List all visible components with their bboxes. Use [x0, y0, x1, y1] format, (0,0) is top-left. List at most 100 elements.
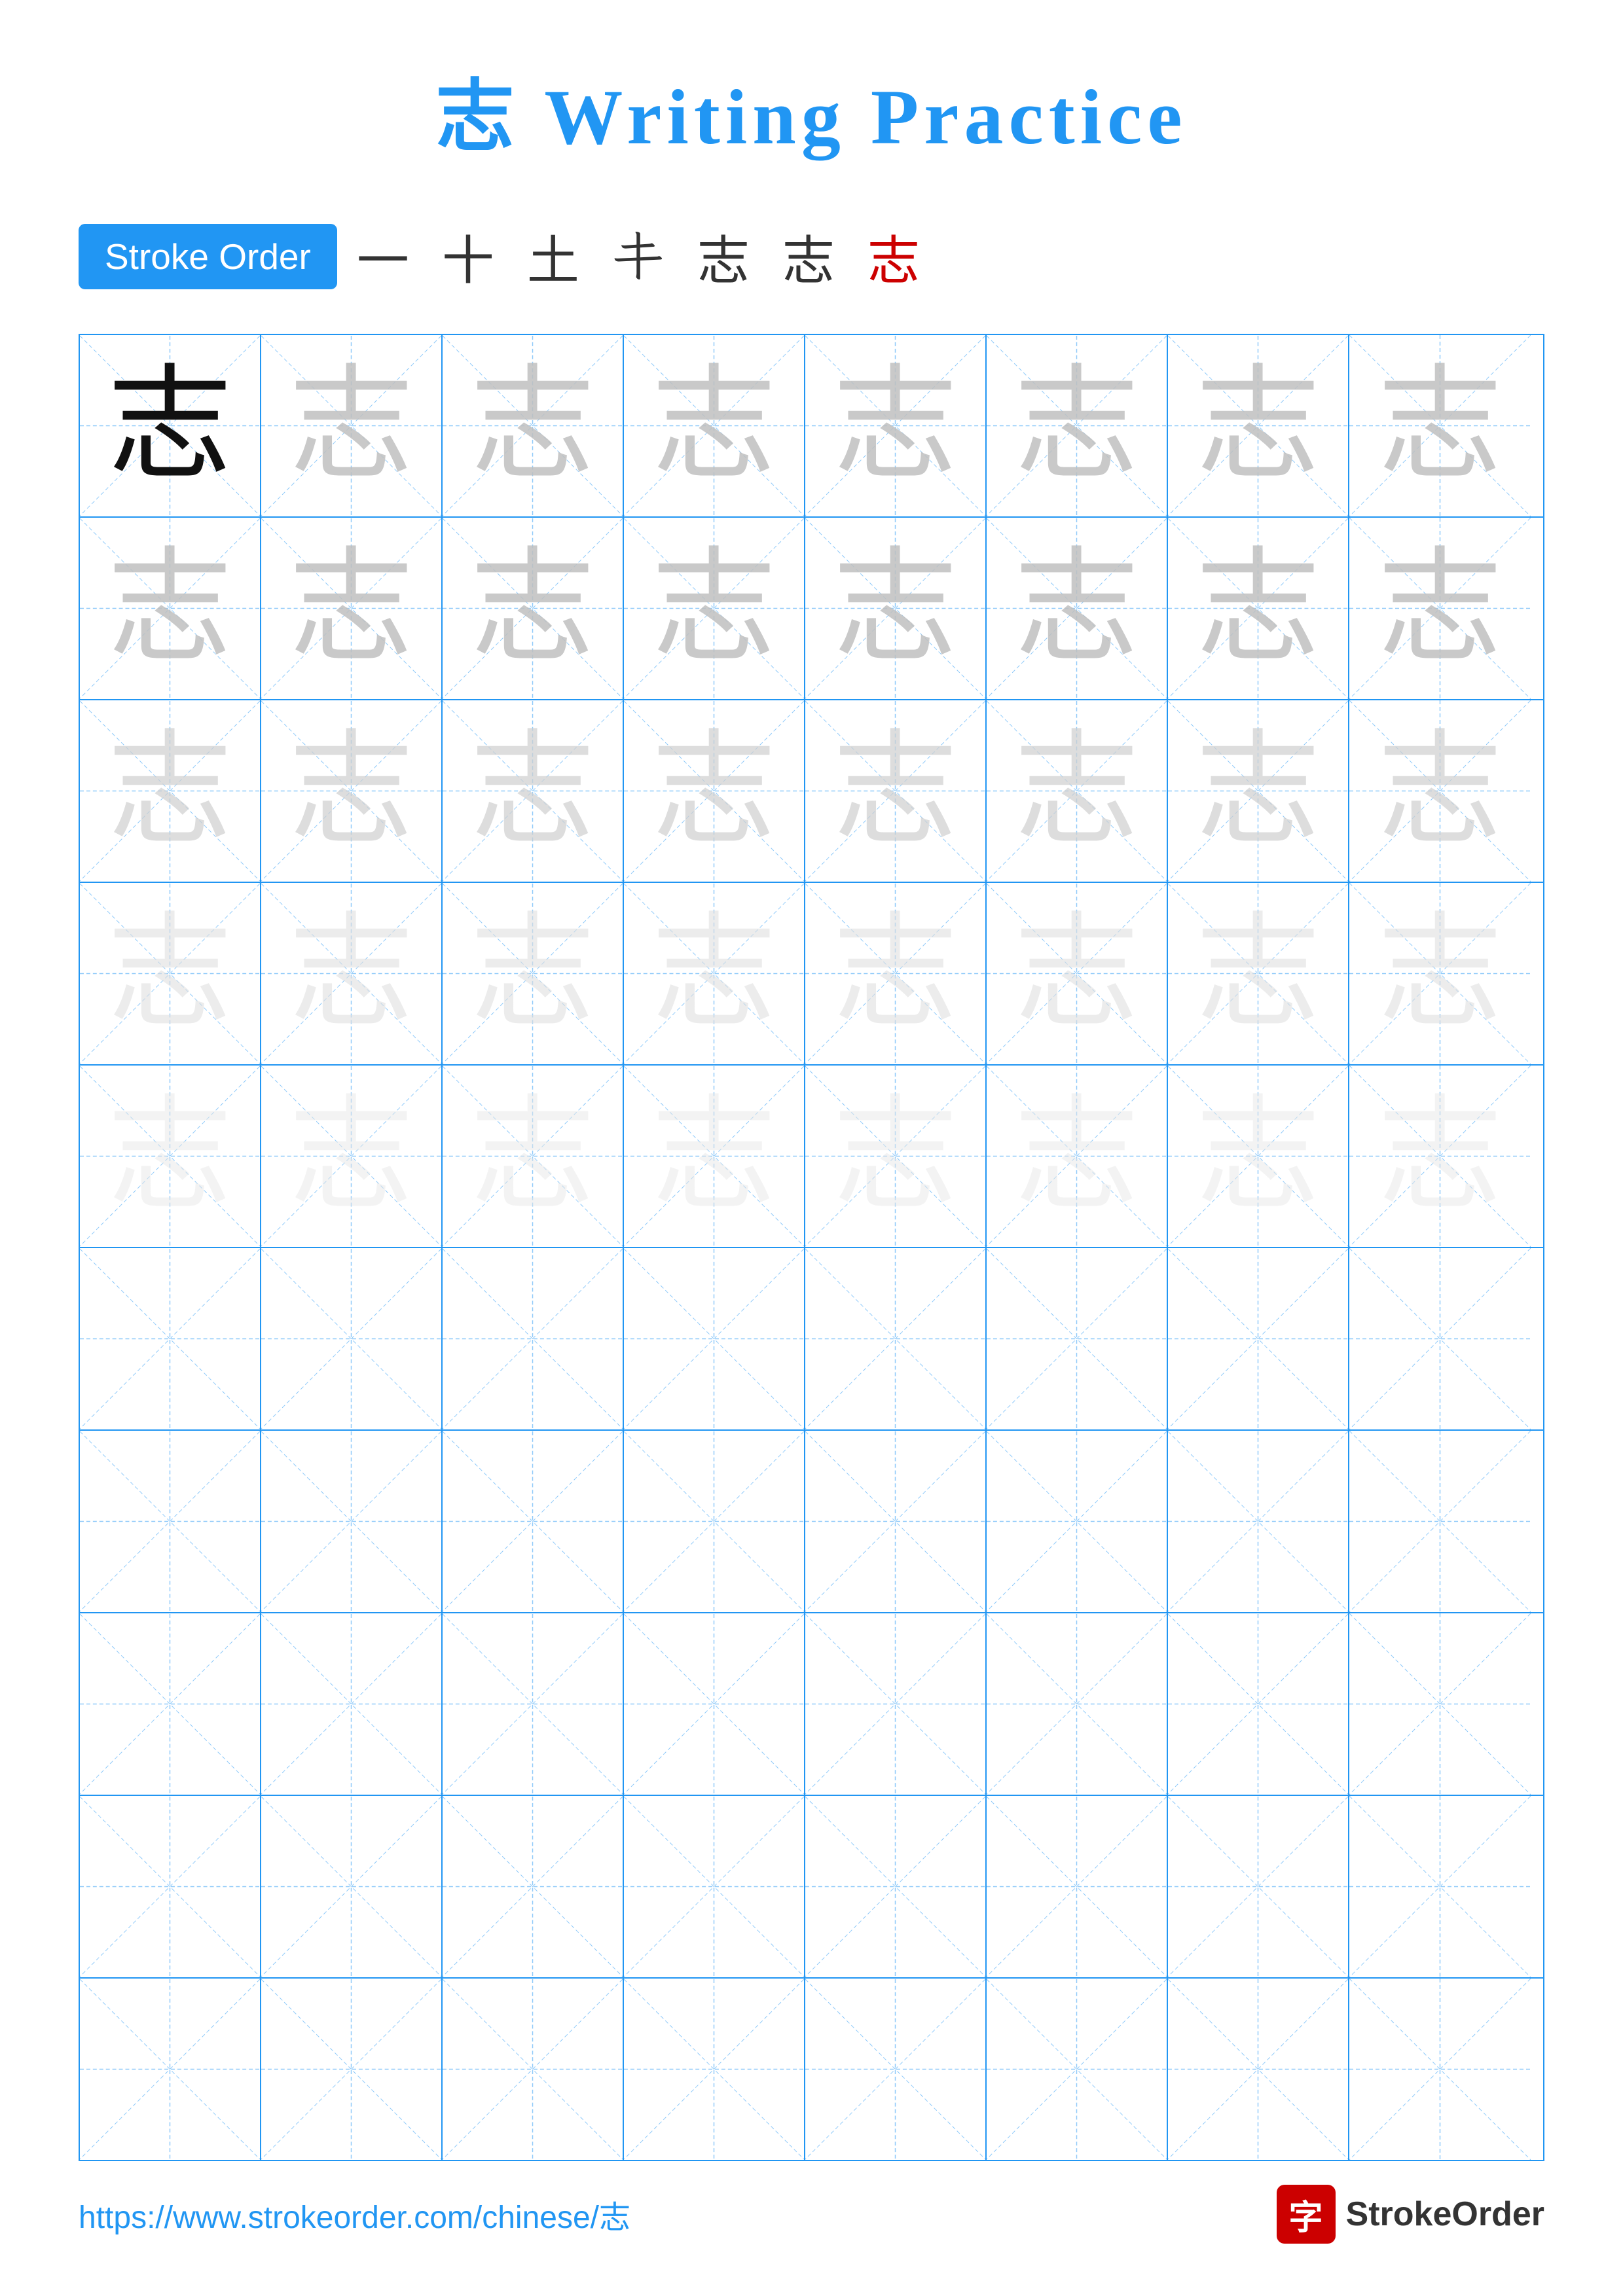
grid-cell[interactable]: 志	[624, 1066, 805, 1247]
page-title: 志 Writing Practice	[0, 0, 1623, 166]
grid-cell[interactable]	[805, 1979, 987, 2160]
grid-cell[interactable]	[987, 1248, 1168, 1429]
grid-cell[interactable]	[624, 1248, 805, 1429]
grid-cell[interactable]: 志	[624, 518, 805, 699]
char-display: 志	[833, 729, 957, 853]
footer-url-link[interactable]: https://www.strokeorder.com/chinese/志	[79, 2191, 630, 2237]
grid-cell[interactable]	[261, 1613, 443, 1795]
grid-cell[interactable]	[624, 1613, 805, 1795]
grid-cell[interactable]	[1168, 1979, 1349, 2160]
grid-cell[interactable]	[1168, 1248, 1349, 1429]
grid-cell[interactable]: 志	[443, 700, 624, 882]
grid-cell[interactable]	[80, 1431, 261, 1612]
grid-cell[interactable]	[261, 1248, 443, 1429]
grid-cell[interactable]: 志	[443, 883, 624, 1064]
char-display: 志	[289, 912, 413, 1036]
char-display: 志	[470, 1094, 594, 1219]
grid-cell[interactable]: 志	[624, 335, 805, 516]
grid-cell[interactable]	[80, 1979, 261, 2160]
grid-cell[interactable]	[805, 1431, 987, 1612]
grid-cell[interactable]: 志	[1349, 518, 1531, 699]
grid-cell[interactable]	[1349, 1613, 1531, 1795]
grid-cell[interactable]	[261, 1979, 443, 2160]
grid-cell[interactable]: 志	[805, 1066, 987, 1247]
grid-cell[interactable]	[1168, 1431, 1349, 1612]
grid-cell[interactable]	[987, 1796, 1168, 1977]
stroke-5: 志	[697, 219, 763, 295]
grid-cell[interactable]: 志	[987, 883, 1168, 1064]
grid-cell[interactable]	[261, 1796, 443, 1977]
grid-cell[interactable]: 志	[1349, 883, 1531, 1064]
grid-cell[interactable]: 志	[987, 1066, 1168, 1247]
grid-cell[interactable]: 志	[805, 883, 987, 1064]
char-display: 志	[107, 729, 232, 853]
grid-cell[interactable]: 志	[987, 518, 1168, 699]
grid-cell[interactable]: 志	[261, 518, 443, 699]
grid-cell[interactable]: 志	[443, 1066, 624, 1247]
grid-cell[interactable]: 志	[987, 700, 1168, 882]
grid-cell[interactable]	[624, 1796, 805, 1977]
grid-cell[interactable]: 志	[987, 335, 1168, 516]
grid-cell[interactable]	[805, 1796, 987, 1977]
grid-cell[interactable]: 志	[1168, 335, 1349, 516]
grid-row: 志 志 志 志 志 志 志 志	[80, 883, 1543, 1066]
grid-cell[interactable]: 志	[261, 1066, 443, 1247]
grid-cell[interactable]	[80, 1613, 261, 1795]
grid-cell[interactable]: 志	[261, 700, 443, 882]
logo-text: StrokeOrder	[1346, 2195, 1544, 2234]
grid-cell[interactable]: 志	[80, 518, 261, 699]
grid-cell[interactable]	[987, 1613, 1168, 1795]
grid-cell[interactable]	[987, 1431, 1168, 1612]
grid-cell[interactable]: 志	[1349, 700, 1531, 882]
grid-cell[interactable]	[624, 1979, 805, 2160]
grid-cell[interactable]	[624, 1431, 805, 1612]
grid-cell[interactable]	[443, 1613, 624, 1795]
grid-cell[interactable]: 志	[805, 700, 987, 882]
grid-cell[interactable]: 志	[1349, 335, 1531, 516]
grid-cell[interactable]	[443, 1796, 624, 1977]
grid-cell[interactable]	[1349, 1248, 1531, 1429]
char-display: 志	[1195, 1094, 1320, 1219]
grid-cell[interactable]: 志	[261, 335, 443, 516]
grid-cell[interactable]	[80, 1796, 261, 1977]
char-display: 志	[833, 1094, 957, 1219]
grid-cell[interactable]	[443, 1248, 624, 1429]
grid-cell[interactable]: 志	[80, 883, 261, 1064]
grid-cell[interactable]: 志	[443, 335, 624, 516]
footer-logo-icon: 字	[1277, 2185, 1336, 2244]
grid-cell[interactable]	[1349, 1431, 1531, 1612]
grid-cell[interactable]: 志	[805, 518, 987, 699]
grid-cell[interactable]: 志	[624, 700, 805, 882]
grid-cell[interactable]: 志	[1168, 518, 1349, 699]
grid-cell[interactable]: 志	[805, 335, 987, 516]
grid-cell[interactable]: 志	[624, 883, 805, 1064]
grid-cell[interactable]	[805, 1613, 987, 1795]
grid-cell[interactable]	[805, 1248, 987, 1429]
grid-cell[interactable]	[1168, 1613, 1349, 1795]
grid-cell[interactable]: 志	[261, 883, 443, 1064]
grid-cell[interactable]: 志	[1168, 883, 1349, 1064]
grid-cell[interactable]	[261, 1431, 443, 1612]
grid-cell[interactable]	[1349, 1979, 1531, 2160]
grid-cell[interactable]: 志	[1349, 1066, 1531, 1247]
grid-row-empty	[80, 1796, 1543, 1979]
char-display: 志	[289, 729, 413, 853]
footer: https://www.strokeorder.com/chinese/志 字 …	[0, 2185, 1623, 2244]
char-display: 志	[289, 547, 413, 671]
grid-cell[interactable]: 志	[80, 1066, 261, 1247]
grid-cell[interactable]: 志	[1168, 700, 1349, 882]
char-display: 志	[833, 547, 957, 671]
grid-cell[interactable]	[443, 1431, 624, 1612]
char-display: 志	[1377, 729, 1502, 853]
grid-cell[interactable]	[1349, 1796, 1531, 1977]
grid-cell[interactable]	[987, 1979, 1168, 2160]
grid-cell[interactable]	[443, 1979, 624, 2160]
grid-row: 志 志 志 志 志 志 志 志	[80, 1066, 1543, 1248]
grid-cell[interactable]	[1168, 1796, 1349, 1977]
grid-cell[interactable]: 志	[80, 700, 261, 882]
grid-cell[interactable]: 志	[443, 518, 624, 699]
grid-cell[interactable]: 志	[80, 335, 261, 516]
char-display: 志	[1195, 912, 1320, 1036]
grid-cell[interactable]	[80, 1248, 261, 1429]
grid-cell[interactable]: 志	[1168, 1066, 1349, 1247]
